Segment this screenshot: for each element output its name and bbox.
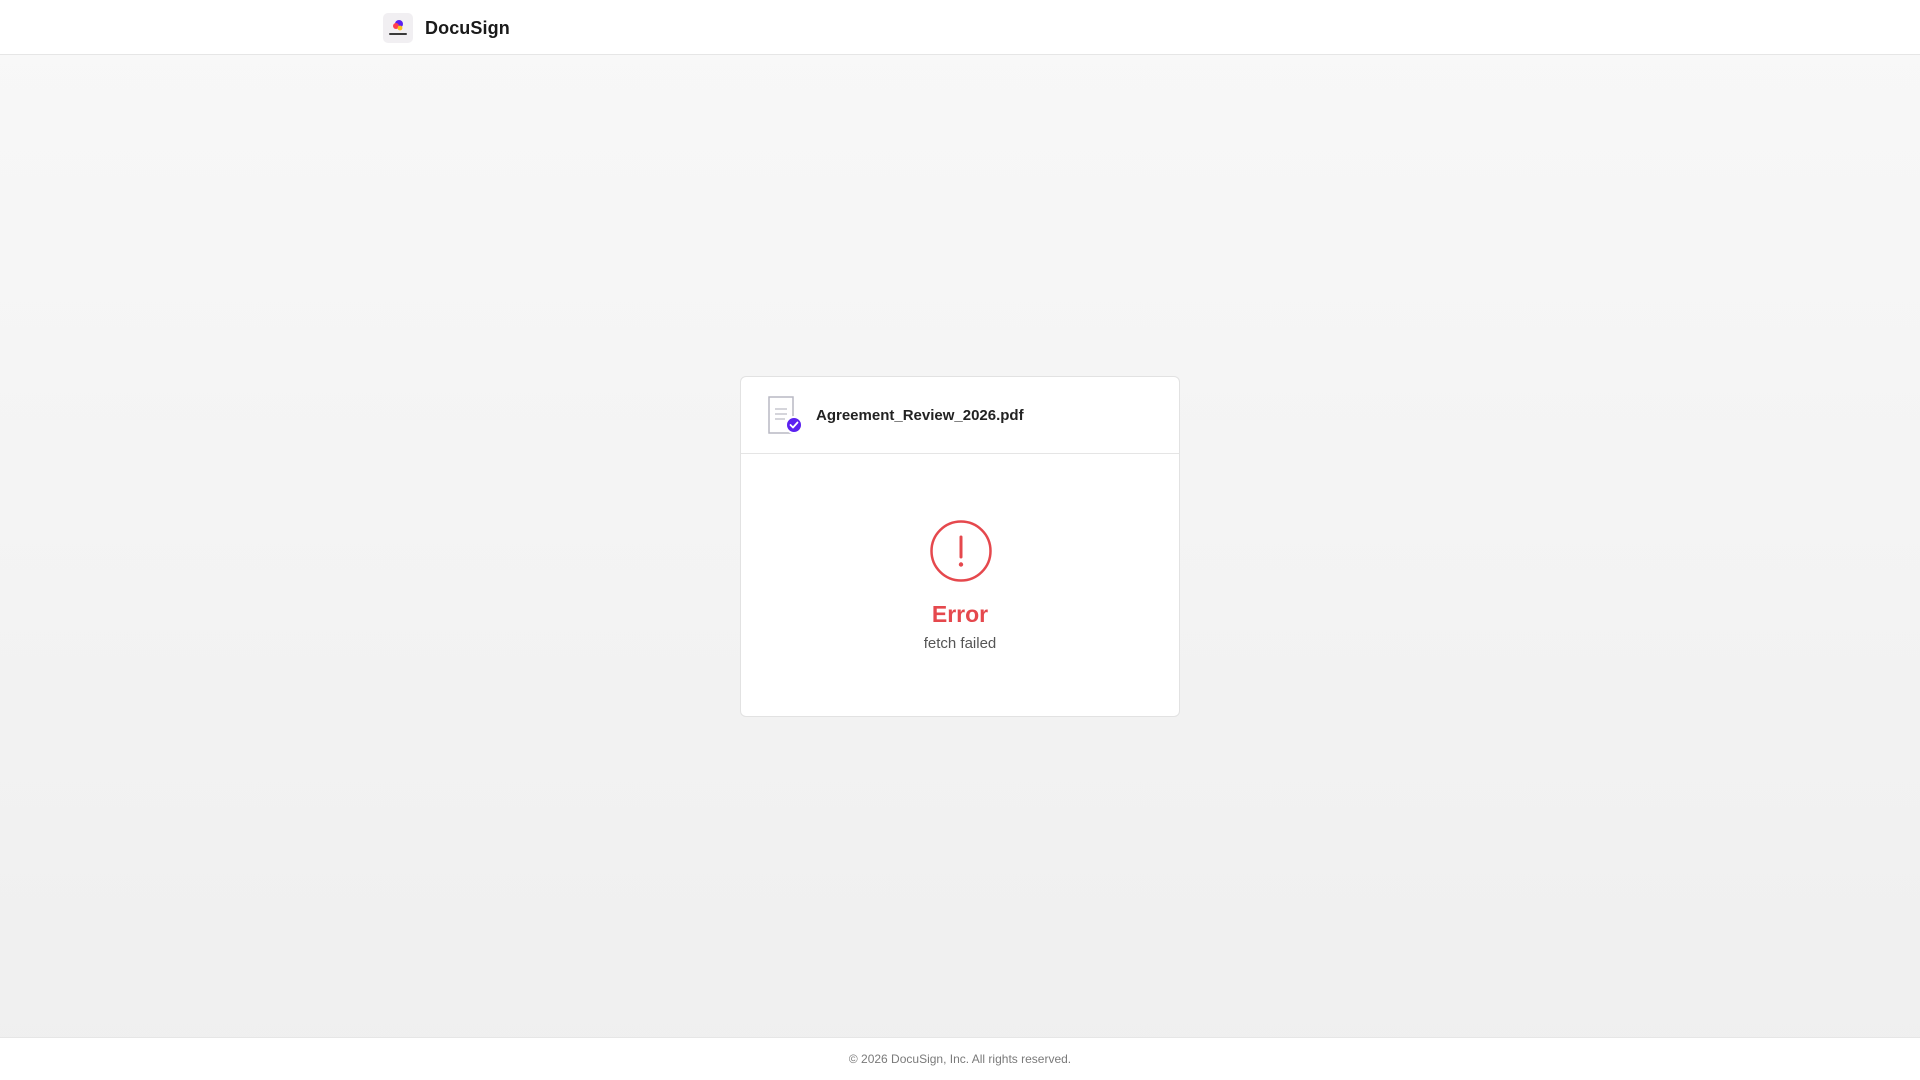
top-bar: DocuSign bbox=[0, 0, 1920, 55]
brand[interactable]: DocuSign bbox=[383, 13, 510, 43]
error-panel: Error fetch failed bbox=[741, 454, 1179, 716]
document-header: Agreement_Review_2026.pdf bbox=[741, 377, 1179, 454]
brand-name: DocuSign bbox=[425, 17, 510, 38]
alert-circle-icon bbox=[929, 519, 993, 583]
footer: © 2026 DocuSign, Inc. All rights reserve… bbox=[0, 1037, 1920, 1080]
docusign-logo-icon bbox=[383, 13, 413, 43]
copyright-text: © 2026 DocuSign, Inc. All rights reserve… bbox=[848, 1052, 1072, 1066]
document-check-icon bbox=[767, 395, 803, 435]
error-title: Error bbox=[931, 601, 989, 627]
document-file-name: Agreement_Review_2026.pdf bbox=[816, 406, 1024, 424]
error-message: fetch failed bbox=[923, 635, 997, 652]
page: DocuSign Agreement_Review_2026.pdf Error… bbox=[0, 0, 1920, 1080]
document-card: Agreement_Review_2026.pdf Error fetch fa… bbox=[740, 376, 1180, 717]
